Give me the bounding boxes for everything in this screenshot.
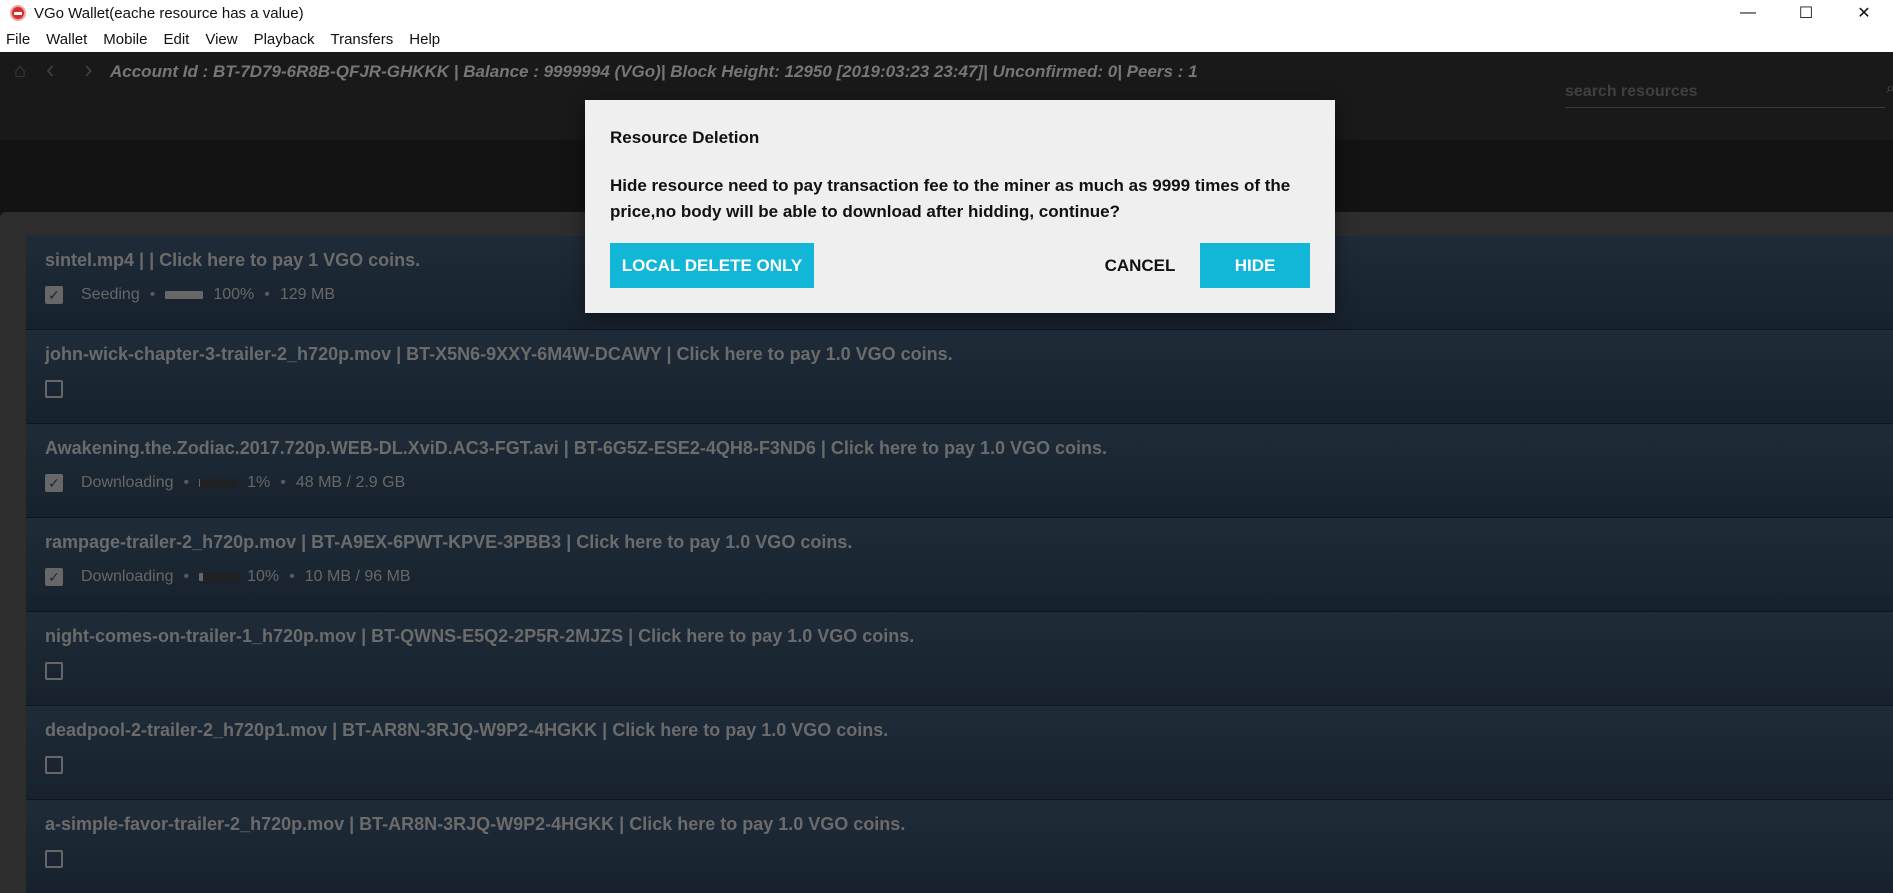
- menu-mobile[interactable]: Mobile: [103, 31, 147, 48]
- menu-help[interactable]: Help: [409, 31, 440, 48]
- window-title: VGo Wallet(eache resource has a value): [34, 4, 304, 22]
- title-bar: VGo Wallet(eache resource has a value) —…: [0, 0, 1893, 26]
- menu-wallet[interactable]: Wallet: [46, 31, 87, 48]
- dialog-message: Hide resource need to pay transaction fe…: [610, 176, 1291, 221]
- menu-bar: File Wallet Mobile Edit View Playback Tr…: [0, 26, 1893, 52]
- resource-deletion-dialog: Resource Deletion Hide resource need to …: [585, 100, 1335, 313]
- hide-button[interactable]: HIDE: [1200, 243, 1310, 288]
- app-logo-icon: [10, 5, 26, 21]
- window-controls: — ☐ ✕: [1719, 0, 1893, 26]
- menu-edit[interactable]: Edit: [163, 31, 189, 48]
- maximize-icon[interactable]: ☐: [1777, 0, 1835, 26]
- minimize-icon[interactable]: —: [1719, 0, 1777, 26]
- menu-file[interactable]: File: [6, 31, 30, 48]
- cancel-button[interactable]: CANCEL: [1080, 243, 1200, 288]
- menu-playback[interactable]: Playback: [254, 31, 315, 48]
- close-icon[interactable]: ✕: [1835, 0, 1893, 26]
- local-delete-button[interactable]: LOCAL DELETE ONLY: [610, 243, 814, 288]
- dialog-title: Resource Deletion: [610, 128, 760, 147]
- menu-transfers[interactable]: Transfers: [330, 31, 393, 48]
- menu-view[interactable]: View: [205, 31, 237, 48]
